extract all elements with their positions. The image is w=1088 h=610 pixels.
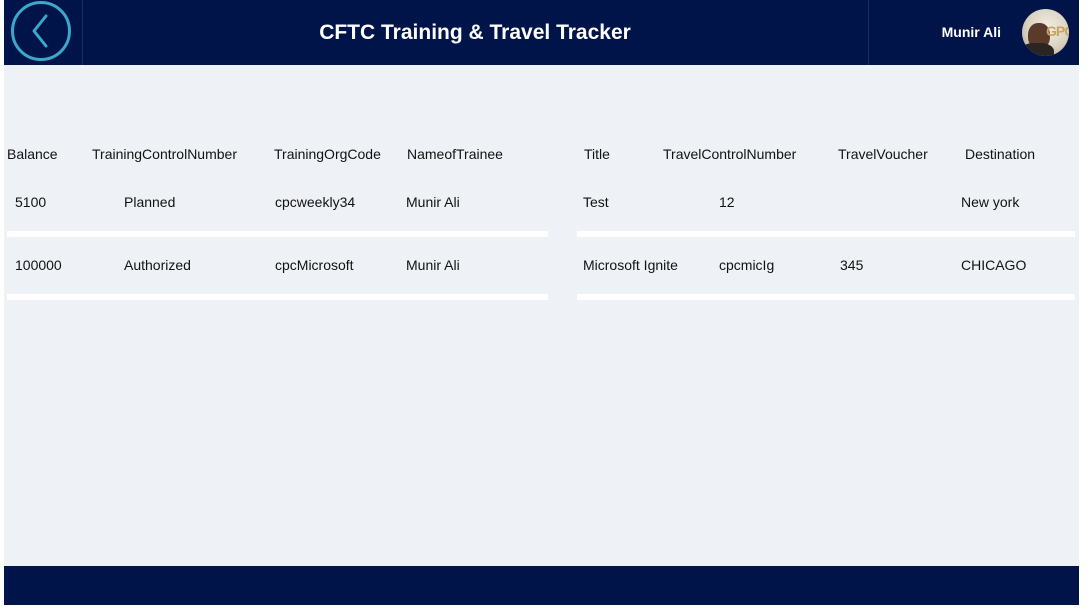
training-row[interactable]: 5100 Planned cpcweekly34 Munir Ali bbox=[7, 180, 548, 230]
training-row[interactable]: 100000 Authorized cpcMicrosoft Munir Ali bbox=[7, 243, 548, 293]
training-control-number: Authorized bbox=[124, 257, 191, 273]
travel-destination: CHICAGO bbox=[961, 257, 1027, 273]
row-divider bbox=[7, 231, 548, 237]
training-col-balance: Balance bbox=[7, 146, 58, 162]
training-balance: 100000 bbox=[15, 257, 62, 273]
back-cell bbox=[4, 0, 83, 65]
travel-control-number: cpcmicIg bbox=[719, 257, 775, 273]
travel-col-title: Title bbox=[584, 146, 610, 162]
travel-voucher: 345 bbox=[840, 257, 864, 273]
chevron-left-icon bbox=[32, 14, 48, 48]
travel-title: Microsoft Ignite bbox=[583, 257, 678, 273]
row-divider bbox=[577, 231, 1075, 237]
row-divider bbox=[577, 294, 1075, 300]
training-col-trainee: NameofTrainee bbox=[407, 146, 503, 162]
training-trainee: Munir Ali bbox=[406, 194, 460, 210]
training-org-code: cpcMicrosoft bbox=[275, 257, 354, 273]
avatar: GPO bbox=[1022, 9, 1069, 56]
user-name: Munir Ali bbox=[941, 24, 1001, 40]
travel-col-control-number: TravelControlNumber bbox=[663, 146, 797, 162]
app-header: CFTC Training & Travel Tracker Munir Ali… bbox=[4, 0, 1079, 65]
training-balance: 5100 bbox=[15, 194, 47, 210]
user-panel: Munir Ali GPO bbox=[868, 0, 1079, 65]
travel-row[interactable]: Test 12 New york bbox=[577, 180, 1075, 230]
training-col-org-code: TrainingOrgCode bbox=[274, 146, 381, 162]
travel-col-voucher: TravelVoucher bbox=[838, 146, 928, 162]
training-trainee: Munir Ali bbox=[406, 257, 460, 273]
training-col-control-number: TrainingControlNumber bbox=[92, 146, 237, 162]
travel-title: Test bbox=[583, 194, 609, 210]
training-control-number: Planned bbox=[124, 194, 176, 210]
back-button[interactable] bbox=[11, 1, 71, 61]
app-footer bbox=[4, 566, 1079, 605]
app-frame: CFTC Training & Travel Tracker Munir Ali… bbox=[4, 0, 1079, 605]
travel-destination: New york bbox=[961, 194, 1020, 210]
travel-row[interactable]: Microsoft Ignite cpcmicIg 345 CHICAGO bbox=[577, 243, 1075, 293]
row-divider bbox=[7, 294, 548, 300]
travel-col-destination: Destination bbox=[965, 146, 1036, 162]
training-org-code: cpcweekly34 bbox=[275, 194, 356, 210]
avatar-logo-text: GPO bbox=[1046, 23, 1069, 39]
travel-control-number: 12 bbox=[719, 194, 735, 210]
page-title: CFTC Training & Travel Tracker bbox=[319, 21, 631, 44]
